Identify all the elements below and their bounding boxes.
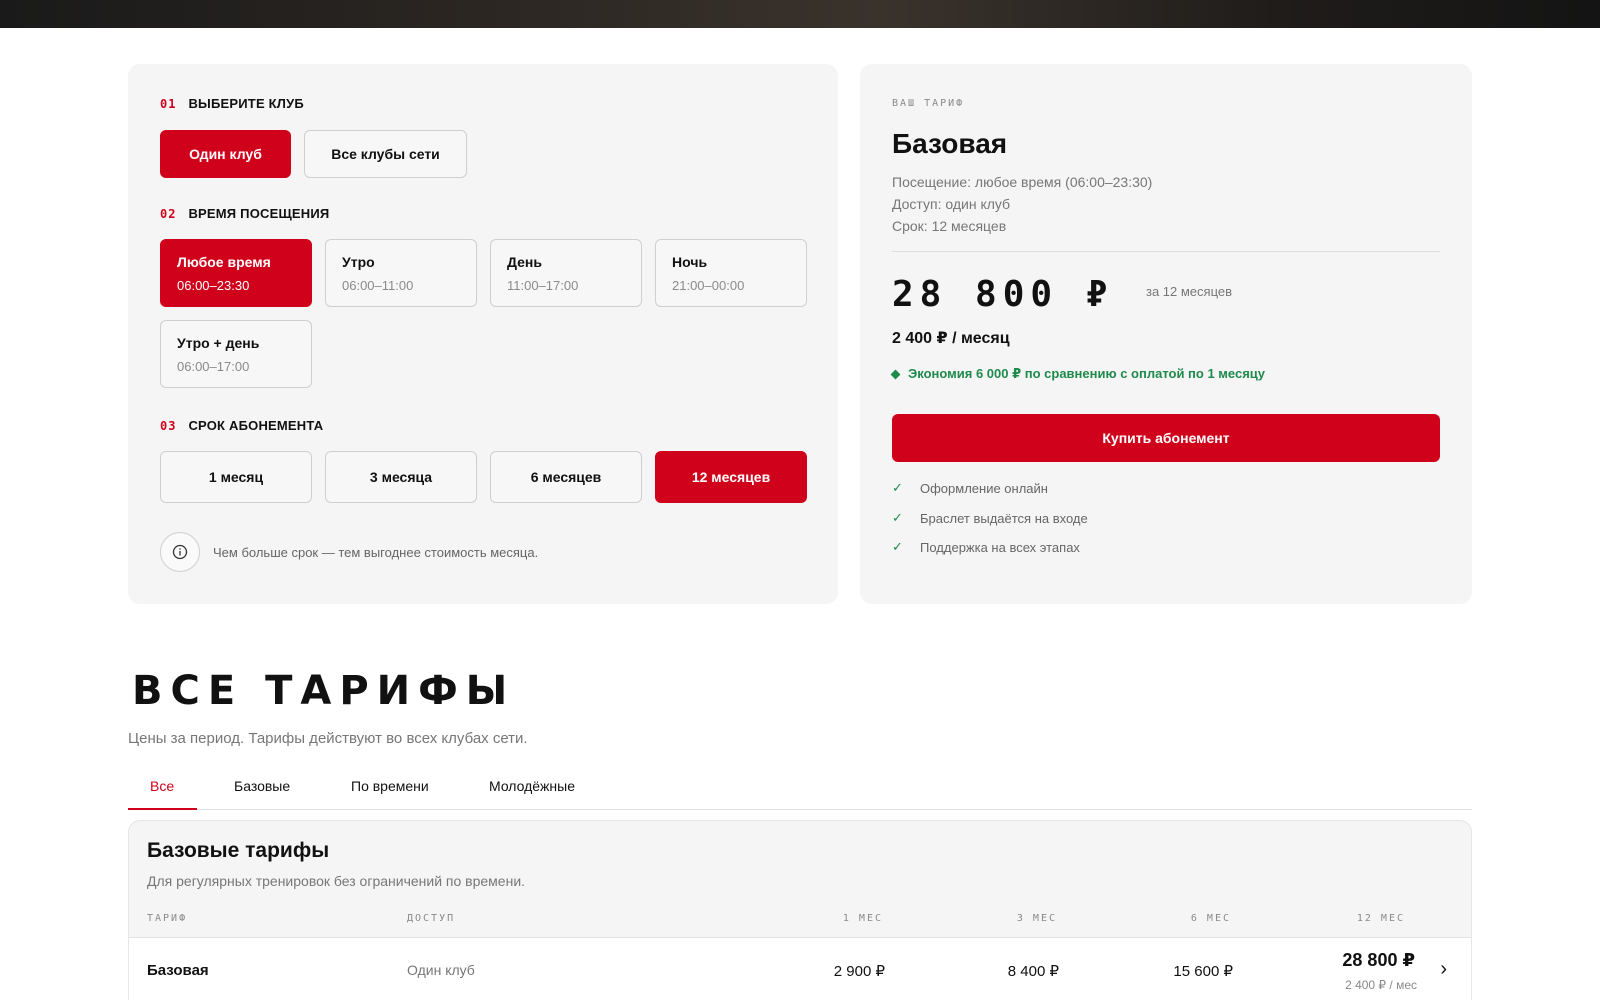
feature-text: Браслет выдаётся на входе [920, 510, 1088, 526]
option-label: Утро [342, 254, 375, 270]
option-label: 1 месяц [208, 469, 264, 485]
feature-item: ✓ Браслет выдаётся на входе [892, 510, 1088, 526]
plan-detail-access: Доступ: один клуб [892, 196, 1011, 212]
header-tariff: ТАРИФ [147, 913, 188, 924]
option-label: 12 месяцев [691, 469, 771, 485]
tab-by-time[interactable]: По времени [351, 778, 429, 794]
chevron-right-icon[interactable]: › [1440, 958, 1447, 981]
plan-name: Базовая [892, 128, 1008, 159]
summary-eyebrow: ВАШ ТАРИФ [892, 98, 965, 109]
term-option-6[interactable]: 6 месяцев [490, 451, 642, 503]
saving-note: Экономия 6 000 ₽ по сравнению с оплатой … [890, 366, 1266, 382]
plan-detail-term: Срок: 12 месяцев [892, 218, 1007, 234]
section-title: ВСЕ ТАРИФЫ [132, 668, 516, 714]
active-tab-indicator [128, 808, 197, 810]
section-subtitle: Цены за период. Тарифы действуют во всех… [128, 730, 528, 747]
divider [892, 251, 1440, 252]
time-option-morning[interactable]: Утро 06:00–11:00 [325, 239, 477, 307]
header-3m: 3 МЕС [1016, 913, 1057, 924]
table-row[interactable]: Базовая Один клуб 2 900 ₽ 8 400 ₽ 15 600… [129, 938, 1471, 1000]
check-icon: ✓ [892, 510, 903, 525]
time-option-any[interactable]: Любое время 06:00–23:30 [160, 239, 312, 307]
option-hours: 21:00–00:00 [672, 278, 745, 293]
tariff-summary: ВАШ ТАРИФ Базовая Посещение: любое время… [860, 64, 1472, 604]
info-text: Чем больше срок — тем выгоднее стоимость… [213, 544, 539, 560]
feature-item: ✓ Поддержка на всех этапах [892, 539, 1080, 555]
feature-text: Оформление онлайн [920, 480, 1048, 496]
option-hours: 06:00–11:00 [342, 278, 414, 293]
step-club: 01 ВЫБЕРИТЕ КЛУБ [160, 96, 304, 111]
option-label: Все клубы сети [331, 146, 440, 162]
option-hours: 06:00–23:30 [177, 278, 250, 293]
club-option-one[interactable]: Один клуб [160, 130, 291, 178]
saving-text: Экономия 6 000 ₽ по сравнению с оплатой … [908, 366, 1266, 381]
step-time: 02 ВРЕМЯ ПОСЕЩЕНИЯ [160, 206, 329, 221]
option-label: 3 месяца [369, 469, 433, 485]
table-subtitle: Для регулярных тренировок без ограничени… [147, 873, 526, 889]
term-option-12[interactable]: 12 месяцев [655, 451, 807, 503]
step-label: СРОК АБОНЕМЕНТА [188, 418, 324, 433]
step-label: ВРЕМЯ ПОСЕЩЕНИЯ [188, 206, 330, 221]
time-option-morning-day[interactable]: Утро + день 06:00–17:00 [160, 320, 312, 388]
time-option-night[interactable]: Ночь 21:00–00:00 [655, 239, 807, 307]
option-label: День [507, 254, 542, 270]
time-option-day[interactable]: День 11:00–17:00 [490, 239, 642, 307]
step-number: 01 [160, 96, 177, 111]
term-option-3[interactable]: 3 месяца [325, 451, 477, 503]
option-label: Утро + день [177, 335, 260, 351]
step-term: 03 СРОК АБОНЕМЕНТА [160, 418, 323, 433]
info-icon [160, 532, 200, 572]
step-label: ВЫБЕРИТЕ КЛУБ [188, 96, 304, 111]
option-label: Ночь [672, 254, 708, 270]
tab-basic[interactable]: Базовые [234, 778, 290, 794]
tariff-configurator: 01 ВЫБЕРИТЕ КЛУБ Один клуб Все клубы сет… [128, 64, 838, 604]
price-6m: 15 600 ₽ [1173, 963, 1233, 980]
table-title: Базовые тарифы [147, 839, 330, 862]
monthly-price: 2 400 ₽ / месяц [892, 330, 1010, 347]
tab-youth[interactable]: Молодёжные [489, 778, 575, 794]
price-12m: 28 800 ₽ [1342, 950, 1415, 970]
info-hint: Чем больше срок — тем выгоднее стоимость… [160, 532, 538, 572]
tariff-tabs: Все Базовые По времени Молодёжные [128, 770, 1472, 810]
price-12m-monthly: 2 400 ₽ / мес [1345, 978, 1417, 992]
basic-tariffs-table: Базовые тарифы Для регулярных тренировок… [128, 820, 1472, 1000]
option-label: 6 месяцев [530, 469, 602, 485]
option-hours: 06:00–17:00 [177, 359, 250, 374]
step-number: 03 [160, 418, 177, 433]
diamond-icon [890, 369, 901, 379]
total-price: 28 800 ₽ [892, 274, 1114, 315]
club-option-all[interactable]: Все клубы сети [304, 130, 467, 178]
price-period: за 12 месяцев [1146, 284, 1233, 299]
feature-item: ✓ Оформление онлайн [892, 480, 1048, 496]
option-label: Один клуб [189, 146, 262, 162]
buy-button[interactable]: Купить абонемент [892, 414, 1440, 462]
feature-text: Поддержка на всех этапах [920, 539, 1080, 555]
header-12m: 12 МЕС [1356, 913, 1405, 924]
tariff-name: Базовая [147, 962, 209, 979]
plan-detail-visit: Посещение: любое время (06:00–23:30) [892, 174, 1153, 190]
price-1m: 2 900 ₽ [833, 963, 885, 980]
option-label: Любое время [177, 254, 271, 270]
header-6m: 6 МЕС [1190, 913, 1231, 924]
price-3m: 8 400 ₽ [1007, 963, 1059, 980]
tab-all[interactable]: Все [150, 778, 174, 794]
step-number: 02 [160, 206, 177, 221]
header-1m: 1 МЕС [842, 913, 883, 924]
hero-image-strip [0, 0, 1600, 28]
tariff-access: Один клуб [407, 962, 475, 978]
header-access: ДОСТУП [407, 913, 456, 924]
check-icon: ✓ [892, 480, 903, 495]
option-hours: 11:00–17:00 [507, 278, 579, 293]
term-option-1[interactable]: 1 месяц [160, 451, 312, 503]
check-icon: ✓ [892, 539, 903, 554]
